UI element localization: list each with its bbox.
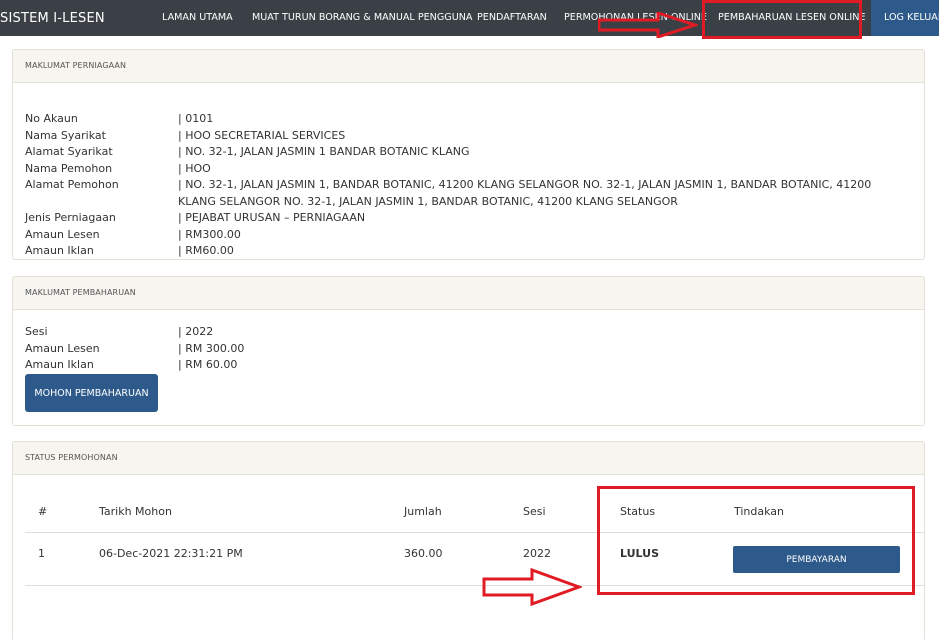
- info-value: | RM300.00: [178, 227, 241, 241]
- info-label: Amaun Lesen: [25, 227, 100, 241]
- info-value: | HOO: [178, 161, 211, 175]
- info-label: Amaun Iklan: [25, 358, 94, 371]
- panel-title: STATUS PERMOHONAN: [13, 442, 924, 475]
- nav-muat-turun[interactable]: MUAT TURUN BORANG & MANUAL PENGGUNA: [252, 12, 472, 23]
- cell-date: 06-Dec-2021 22:31:21 PM: [99, 547, 243, 560]
- logout-button[interactable]: LOG KELUAR: [871, 0, 939, 36]
- info-label: Alamat Syarikat: [25, 145, 113, 158]
- col-header-number: #: [38, 505, 48, 518]
- cell-number: 1: [38, 547, 45, 560]
- info-value: | HOO SECRETARIAL SERVICES: [178, 128, 346, 142]
- info-value: | 0101: [178, 112, 214, 125]
- info-label: Sesi: [25, 325, 48, 338]
- info-value: | PEJABAT URUSAN – PERNIAGAAN: [178, 211, 366, 224]
- info-value: | 2022: [178, 325, 214, 338]
- info-label: Nama Pemohon: [25, 161, 113, 175]
- info-label: Jenis Perniagaan: [25, 211, 116, 224]
- business-info-panel: MAKLUMAT PERNIAGAAN No Akaun | 0101 Nama…: [12, 49, 925, 260]
- info-label: Amaun Lesen: [25, 341, 100, 355]
- info-label: No Akaun: [25, 112, 78, 125]
- app-brand[interactable]: SISTEM I-LESEN: [0, 11, 105, 26]
- cell-session: 2022: [523, 547, 551, 560]
- info-value: | NO. 32-1, JALAN JASMIN 1, BANDAR BOTAN…: [178, 178, 872, 208]
- renewal-info-panel: MAKLUMAT PEMBAHARUAN Sesi | 2022 Amaun L…: [12, 276, 925, 426]
- col-header-date: Tarikh Mohon: [99, 505, 172, 518]
- highlight-box-nav: [702, 0, 862, 39]
- highlight-box-status: [597, 486, 915, 595]
- apply-renewal-button[interactable]: MOHON PEMBAHARUAN: [25, 374, 158, 412]
- nav-laman-utama[interactable]: LAMAN UTAMA: [162, 12, 233, 23]
- red-arrow-icon: [598, 12, 698, 38]
- info-label: Nama Syarikat: [25, 128, 106, 142]
- cell-amount: 360.00: [404, 547, 443, 560]
- info-label: Alamat Pemohon: [25, 178, 119, 191]
- panel-title: MAKLUMAT PERNIAGAAN: [13, 50, 924, 83]
- info-label: Amaun Iklan: [25, 244, 94, 257]
- panel-title: MAKLUMAT PEMBAHARUAN: [13, 277, 924, 310]
- info-value: | RM 300.00: [178, 341, 245, 355]
- col-header-session: Sesi: [523, 505, 546, 518]
- info-value: | RM 60.00: [178, 358, 238, 371]
- red-arrow-icon: [482, 568, 582, 606]
- info-value: | RM60.00: [178, 244, 234, 257]
- nav-pendaftaran[interactable]: PENDAFTARAN: [477, 12, 547, 23]
- info-value: | NO. 32-1, JALAN JASMIN 1 BANDAR BOTANI…: [178, 145, 470, 158]
- col-header-amount: Jumlah: [404, 505, 442, 518]
